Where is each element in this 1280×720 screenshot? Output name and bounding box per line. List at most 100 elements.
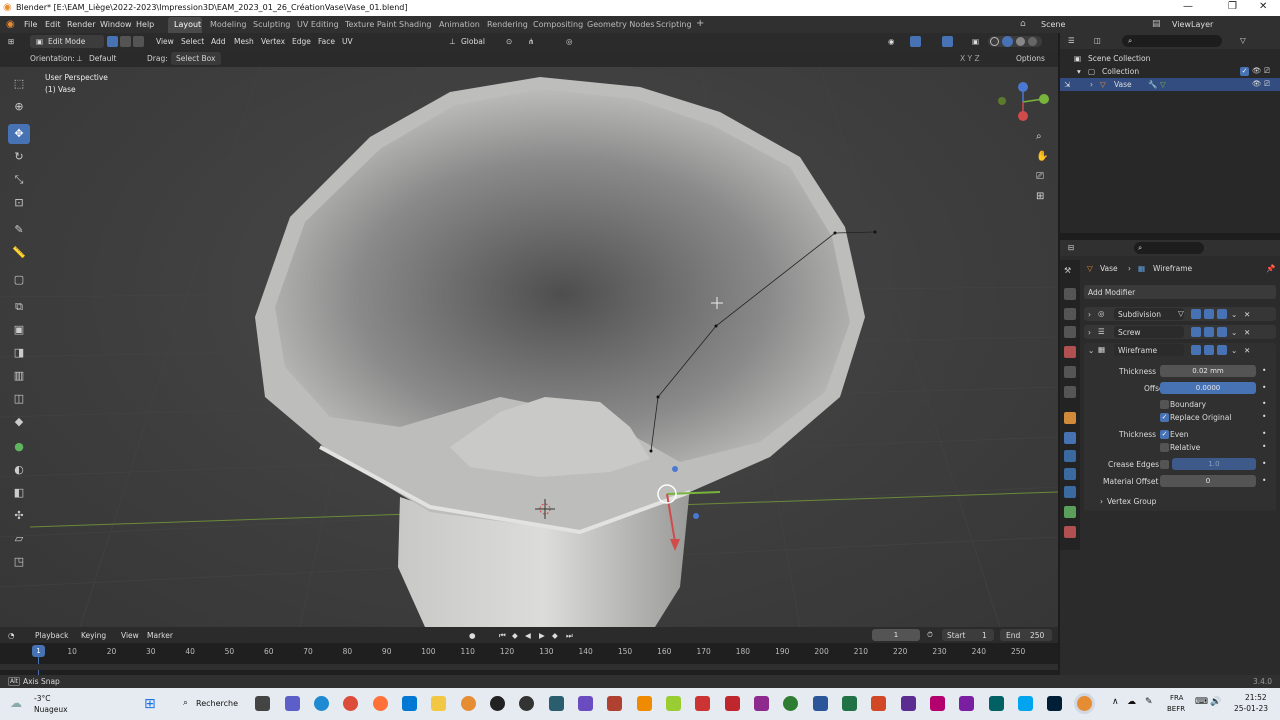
menu-face[interactable]: Face: [318, 37, 335, 46]
clock-date[interactable]: 25-01-23: [1234, 704, 1268, 713]
network-icon[interactable]: ⌨: [1195, 697, 1208, 707]
keyframe-dot[interactable]: •: [1262, 366, 1266, 375]
blender-active-icon[interactable]: [1077, 696, 1092, 711]
add-modifier-button[interactable]: Add Modifier: [1084, 285, 1276, 299]
collection-checkbox[interactable]: ✓: [1240, 67, 1249, 76]
grid-view-icon[interactable]: ⊞: [1036, 191, 1044, 202]
modifier-name[interactable]: Screw: [1118, 328, 1141, 337]
keyframe-dot[interactable]: •: [1262, 383, 1266, 392]
volume-icon[interactable]: 🔊: [1210, 697, 1221, 707]
menu-view[interactable]: View: [156, 37, 174, 46]
menu-uv[interactable]: UV: [342, 37, 353, 46]
object-tab-icon[interactable]: [1064, 412, 1076, 424]
clock-icon[interactable]: ⏱: [927, 630, 933, 640]
remove-modifier-icon[interactable]: ✕: [1244, 328, 1250, 337]
transform-orientation-dropdown[interactable]: Global: [461, 37, 485, 46]
app-icon-8[interactable]: [930, 696, 945, 711]
app-icon-9[interactable]: [959, 696, 974, 711]
tab-geometry-nodes[interactable]: Geometry Nodes: [587, 20, 654, 29]
pin-icon[interactable]: 📌: [1266, 264, 1275, 273]
expand-icon[interactable]: ›: [1088, 328, 1091, 337]
object-expand-icon[interactable]: ›: [1090, 80, 1093, 89]
filezilla-icon[interactable]: [725, 696, 740, 711]
timeline-scrollbar[interactable]: [0, 664, 1058, 670]
filter-icon[interactable]: ▽: [1240, 36, 1246, 45]
file-explorer-icon[interactable]: [431, 696, 446, 711]
collapse-icon[interactable]: ⌄: [1088, 346, 1094, 355]
blender-taskbar-icon[interactable]: [461, 696, 476, 711]
object-render-icon[interactable]: ⎚: [1264, 79, 1270, 89]
remove-modifier-icon[interactable]: ✕: [1244, 346, 1250, 355]
collection-tab-icon[interactable]: [1064, 386, 1076, 398]
tab-sculpting[interactable]: Sculpting: [253, 20, 290, 29]
add-workspace-button[interactable]: +: [696, 18, 704, 29]
app-icon-2[interactable]: [578, 696, 593, 711]
app-icon-6[interactable]: [783, 696, 798, 711]
menu-timeline-view[interactable]: View: [121, 631, 139, 640]
tool-tab-icon[interactable]: ⚒: [1064, 266, 1076, 278]
material-shading-icon[interactable]: [1016, 37, 1025, 46]
excel-icon[interactable]: [842, 696, 857, 711]
render-toggle[interactable]: [1217, 327, 1227, 337]
modifier-name[interactable]: Subdivision: [1118, 310, 1161, 319]
next-keyframe-icon[interactable]: ◆: [552, 631, 558, 640]
face-select-button[interactable]: [133, 36, 144, 47]
edge-browser-icon[interactable]: [314, 696, 329, 711]
object-label[interactable]: Vase: [1114, 80, 1132, 89]
tab-shading[interactable]: Shading: [399, 20, 432, 29]
timeline-ruler[interactable]: 10 20 30 40 50 60 70 80 90 100 110 120 130 140 150 160 1…: [0, 643, 1058, 675]
move-tool-icon[interactable]: ✥: [8, 124, 30, 144]
vlc-icon[interactable]: [637, 696, 652, 711]
menu-vertex[interactable]: Vertex: [261, 37, 285, 46]
thickness-field[interactable]: 0.02 mm: [1160, 365, 1256, 377]
editmode-toggle[interactable]: [1191, 309, 1201, 319]
menu-file[interactable]: File: [24, 20, 37, 29]
cloud-tray-icon[interactable]: ☁: [1127, 697, 1136, 707]
transform-tool-icon[interactable]: ⊡: [8, 193, 30, 213]
end-field[interactable]: End 250: [1000, 629, 1052, 641]
tab-animation[interactable]: Animation: [439, 20, 480, 29]
3d-viewport[interactable]: User Perspective (1) Vase ⌕ ✋ ⎚ ⊞: [0, 67, 1058, 627]
start-field[interactable]: Start 1: [942, 629, 994, 641]
annotate-tool-icon[interactable]: ✎: [8, 220, 30, 240]
bevel-tool-icon[interactable]: ◨: [8, 343, 30, 363]
windows-start-icon[interactable]: ⊞: [144, 696, 156, 712]
loop-cut-tool-icon[interactable]: ▥: [8, 366, 30, 386]
scale-tool-icon[interactable]: ⤡: [8, 170, 30, 190]
edge-select-button[interactable]: [120, 36, 131, 47]
editor-type-icon[interactable]: ⊞: [8, 37, 14, 46]
keyframe-dot[interactable]: •: [1262, 476, 1266, 485]
current-frame-field[interactable]: 1: [872, 629, 920, 641]
drag-dropdown[interactable]: Select Box: [176, 54, 215, 63]
menu-select[interactable]: Select: [181, 37, 204, 46]
material-offset-field[interactable]: 0: [1160, 475, 1256, 487]
modifier-subdivision[interactable]: › ◎ Subdivision ▽ ⌄ ✕: [1084, 307, 1276, 321]
tab-modeling[interactable]: Modeling: [210, 20, 246, 29]
collection-render-icon[interactable]: ⎚: [1264, 66, 1270, 76]
extrude-tool-icon[interactable]: ⧉: [8, 297, 30, 317]
remove-modifier-icon[interactable]: ✕: [1244, 310, 1250, 319]
display-mode-icon[interactable]: ◫: [1094, 36, 1101, 45]
modifier-tab-icon[interactable]: [1064, 432, 1076, 444]
obs-icon[interactable]: [519, 696, 534, 711]
crease-edges-checkbox[interactable]: [1160, 460, 1169, 469]
smooth-tool-icon[interactable]: ◐: [8, 460, 30, 480]
powerpoint-icon[interactable]: [871, 696, 886, 711]
jump-start-icon[interactable]: ⏮: [499, 631, 506, 641]
modifier-name[interactable]: Wireframe: [1118, 346, 1157, 355]
record-icon[interactable]: ●: [469, 631, 476, 640]
menu-edit[interactable]: Edit: [45, 20, 61, 29]
outliner-row-vase[interactable]: ⇲ › ▽ Vase 🔧 ▽ 👁 ⎚: [1060, 78, 1280, 91]
snap-icon[interactable]: ⋔: [528, 37, 534, 46]
outliner-search-input[interactable]: [1122, 35, 1222, 47]
cursor-tool-icon[interactable]: ⊕: [8, 97, 30, 117]
inset-tool-icon[interactable]: ▣: [8, 320, 30, 340]
weather-cloud-icon[interactable]: ☁: [10, 696, 22, 710]
outliner-editor-icon[interactable]: ☰: [1068, 36, 1075, 45]
even-checkbox[interactable]: ✓: [1160, 430, 1169, 439]
zoom-icon[interactable]: ⌕: [1036, 131, 1042, 142]
menu-help[interactable]: Help: [136, 20, 154, 29]
proportional-edit-icon[interactable]: ◎: [566, 37, 573, 46]
scene-collection-label[interactable]: Scene Collection: [1088, 54, 1150, 63]
replace-original-checkbox[interactable]: ✓: [1160, 413, 1169, 422]
